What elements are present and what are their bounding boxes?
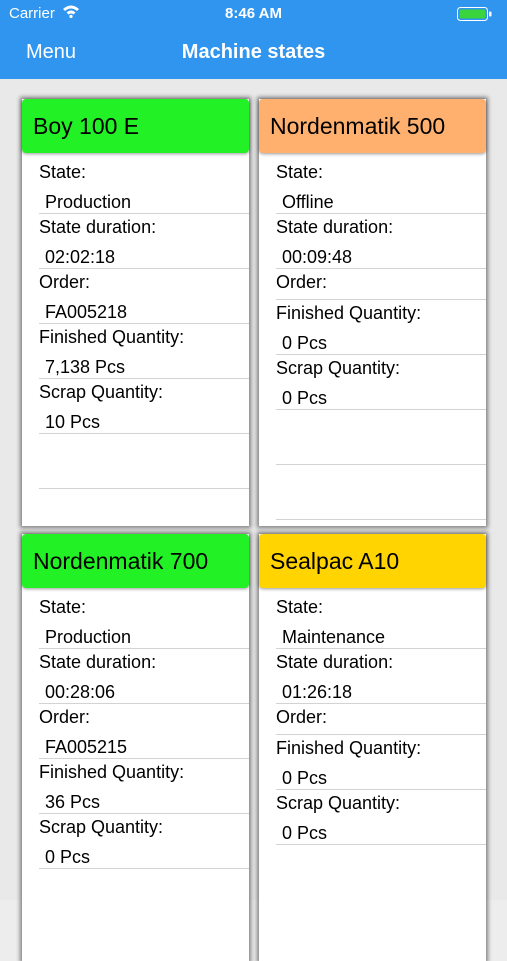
scrap-quantity-label: Scrap Quantity:: [39, 382, 164, 402]
machine-name-header: Nordenmatik 500: [259, 99, 486, 153]
row-divider: [276, 734, 486, 735]
row-divider: [39, 488, 249, 489]
row-divider: [39, 758, 249, 759]
state-duration-value: 02:02:18: [45, 247, 116, 267]
finished-quantity-label: Finished Quantity:: [276, 303, 422, 323]
state-duration-label: State duration:: [39, 217, 157, 237]
order-label: Order:: [276, 707, 328, 727]
row-divider: [276, 648, 486, 649]
row-divider: [276, 213, 486, 214]
order-label: Order:: [39, 272, 91, 292]
machine-card-nordenmatik-700[interactable]: Nordenmatik 700 State: Production State …: [22, 534, 249, 961]
state-label: State:: [39, 162, 87, 182]
machine-card-boy-100-e[interactable]: Boy 100 E State: Production State durati…: [22, 99, 249, 526]
machine-name-header: Boy 100 E: [22, 99, 249, 153]
machine-name-header: Sealpac A10: [259, 534, 486, 588]
scrap-quantity-label: Scrap Quantity:: [276, 793, 401, 813]
status-time: 8:46 AM: [225, 5, 282, 22]
finished-quantity-label: Finished Quantity:: [276, 738, 422, 758]
scrap-quantity-value: 0 Pcs: [282, 388, 328, 408]
row-divider: [276, 464, 486, 465]
order-label: Order:: [39, 707, 91, 727]
machine-card-sealpac-a10[interactable]: Sealpac A10 State: Maintenance State dur…: [259, 534, 486, 961]
row-divider: [276, 519, 486, 520]
machine-grid: Boy 100 E State: Production State durati…: [0, 79, 507, 961]
battery-icon: [457, 7, 492, 21]
finished-quantity-label: Finished Quantity:: [39, 762, 185, 782]
row-divider: [39, 268, 249, 269]
navigation-bar: Menu Machine states: [0, 28, 507, 79]
state-duration-value: 00:28:06: [45, 682, 116, 702]
state-label: State:: [276, 597, 324, 617]
row-divider: [276, 789, 486, 790]
state-duration-value: 01:26:18: [282, 682, 353, 702]
row-divider: [39, 868, 249, 869]
row-divider: [39, 703, 249, 704]
state-label: State:: [39, 597, 87, 617]
state-duration-value: 00:09:48: [282, 247, 353, 267]
row-divider: [39, 648, 249, 649]
row-divider: [276, 354, 486, 355]
finished-quantity-value: 0 Pcs: [282, 333, 328, 353]
state-value: Production: [45, 627, 132, 647]
scrap-quantity-value: 10 Pcs: [45, 412, 101, 432]
scrap-quantity-label: Scrap Quantity:: [276, 358, 401, 378]
status-bar: Carrier 8:46 AM: [0, 0, 507, 28]
finished-quantity-label: Finished Quantity:: [39, 327, 185, 347]
state-value: Production: [45, 192, 132, 212]
finished-quantity-value: 36 Pcs: [45, 792, 101, 812]
row-divider: [39, 813, 249, 814]
row-divider: [276, 844, 486, 845]
state-duration-label: State duration:: [39, 652, 157, 672]
machine-name-header: Nordenmatik 700: [22, 534, 249, 588]
row-divider: [39, 378, 249, 379]
finished-quantity-value: 7,138 Pcs: [45, 357, 126, 377]
row-divider: [39, 323, 249, 324]
machine-card-nordenmatik-500[interactable]: Nordenmatik 500 State: Offline State dur…: [259, 99, 486, 526]
order-value: FA005218: [45, 302, 128, 322]
state-value: Maintenance: [282, 627, 386, 647]
row-divider: [39, 213, 249, 214]
finished-quantity-value: 0 Pcs: [282, 768, 328, 788]
row-divider: [276, 703, 486, 704]
row-divider: [276, 299, 486, 300]
scrap-quantity-value: 0 Pcs: [45, 847, 91, 867]
scrap-quantity-value: 0 Pcs: [282, 823, 328, 843]
order-value: FA005215: [45, 737, 128, 757]
row-divider: [39, 433, 249, 434]
scrap-quantity-label: Scrap Quantity:: [39, 817, 164, 837]
state-duration-label: State duration:: [276, 217, 394, 237]
order-label: Order:: [276, 272, 328, 292]
state-duration-label: State duration:: [276, 652, 394, 672]
state-label: State:: [276, 162, 324, 182]
row-divider: [276, 268, 486, 269]
page-title: Machine states: [181, 41, 326, 63]
row-divider: [276, 409, 486, 410]
state-value: Offline: [282, 192, 334, 212]
